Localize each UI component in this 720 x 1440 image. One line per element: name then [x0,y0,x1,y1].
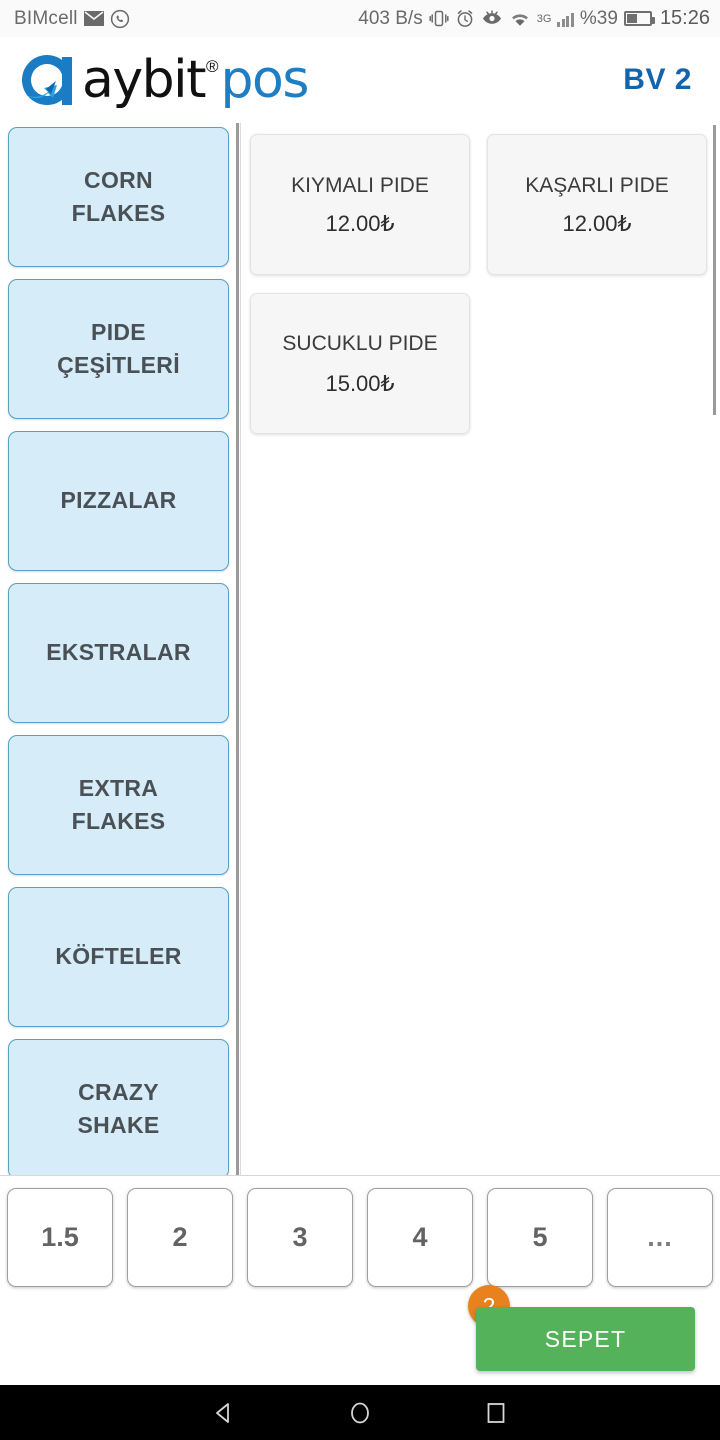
cart-row: 2 SEPET [0,1285,720,1393]
product-card[interactable]: SUCUKLU PIDE 15.00₺ [250,293,470,434]
category-list[interactable]: CORN FLAKES PIDE ÇEŞİTLERİ PIZZALAR EKSTRALAR… [0,123,234,1175]
alarm-clock-icon [455,9,475,28]
quantity-button[interactable]: 1.5 [7,1188,113,1287]
category-button[interactable]: EXTRA FLAKES [8,735,229,875]
category-button[interactable]: PIDE ÇEŞİTLERİ [8,279,229,419]
status-bar-left: BIMcell [14,8,130,30]
category-label: PIZZALAR [60,487,177,514]
product-name: KAŞARLI PIDE [525,174,669,198]
battery-icon [623,11,655,26]
product-scrollbar[interactable] [713,125,716,415]
category-label: EKSTRALAR [46,639,191,666]
category-button[interactable]: CRAZY SHAKE [8,1039,229,1175]
mail-icon [83,11,104,26]
android-nav-bar [0,1385,720,1440]
carrier-label: BIMcell [14,7,78,29]
category-panel: CORN FLAKES PIDE ÇEŞİTLERİ PIZZALAR EKSTRALAR… [0,123,241,1175]
quantity-more-button[interactable]: ... [607,1188,713,1287]
app-header: aybit ® pos BV 2 [0,37,720,123]
network-speed-label: 403 B/s [358,7,423,29]
registered-mark: ® [205,57,219,76]
category-button[interactable]: KÖFTELER [8,887,229,1027]
status-bar-right: 403 B/s 3G %39 15:26 [358,7,710,30]
product-price: 12.00₺ [562,210,632,236]
battery-percent-label: %39 [579,7,618,29]
category-label: PIDE ÇEŞİTLERİ [57,318,180,378]
product-grid[interactable]: KIYMALI PIDE 12.00₺ KAŞARLI PIDE 12.00₺ SUCU… [241,123,720,1175]
category-scrollbar[interactable] [236,123,239,1175]
brand-logo: aybit ® pos [18,50,310,110]
signal-bars-icon [557,11,574,27]
quantity-button[interactable]: 4 [367,1188,473,1287]
product-price: 15.00₺ [325,370,395,396]
product-name: SUCUKLU PIDE [282,332,438,356]
home-circle-icon[interactable] [346,1399,374,1427]
vibrate-icon [429,9,449,28]
whatsapp-icon [110,9,130,29]
status-bar: BIMcell 403 B/s 3G %39 15:26 [0,0,720,37]
cart-button[interactable]: SEPET [476,1307,695,1371]
quantity-button[interactable]: 2 [127,1188,233,1287]
product-card[interactable]: KIYMALI PIDE 12.00₺ [250,134,470,275]
eye-comfort-icon [481,10,503,27]
product-panel: KIYMALI PIDE 12.00₺ KAŞARLI PIDE 12.00₺ SUCU… [241,123,720,1175]
brand-wordmark: aybit ® pos [82,50,310,110]
quantity-row[interactable]: 1.5 2 3 4 5... [0,1176,720,1287]
category-button[interactable]: PIZZALAR [8,431,229,571]
brand-secondary-label: pos [220,50,310,110]
table-label[interactable]: BV 2 [623,63,692,97]
product-name: KIYMALI PIDE [291,174,429,198]
bottom-bar: 1.5 2 3 4 5... 2 SEPET [0,1175,720,1385]
category-label: CRAZY SHAKE [77,1078,160,1138]
quantity-button[interactable]: 5 [487,1188,593,1287]
main-content: CORN FLAKES PIDE ÇEŞİTLERİ PIZZALAR EKSTRALAR… [0,123,720,1175]
quantity-button[interactable]: 3 [247,1188,353,1287]
network-type-label: 3G [536,12,552,25]
category-label: CORN FLAKES [71,166,166,226]
product-card[interactable]: KAŞARLI PIDE 12.00₺ [487,134,707,275]
brand-primary-label: aybit [82,50,206,110]
clock-label: 15:26 [659,7,710,29]
back-triangle-icon[interactable] [210,1399,238,1427]
wifi-icon [509,10,531,28]
category-label: EXTRA FLAKES [71,774,166,834]
product-price: 12.00₺ [325,210,395,236]
category-button[interactable]: EKSTRALAR [8,583,229,723]
category-button[interactable]: CORN FLAKES [8,127,229,267]
recents-square-icon[interactable] [482,1399,510,1427]
category-label: KÖFTELER [55,943,182,970]
aybit-logo-icon [18,51,76,109]
